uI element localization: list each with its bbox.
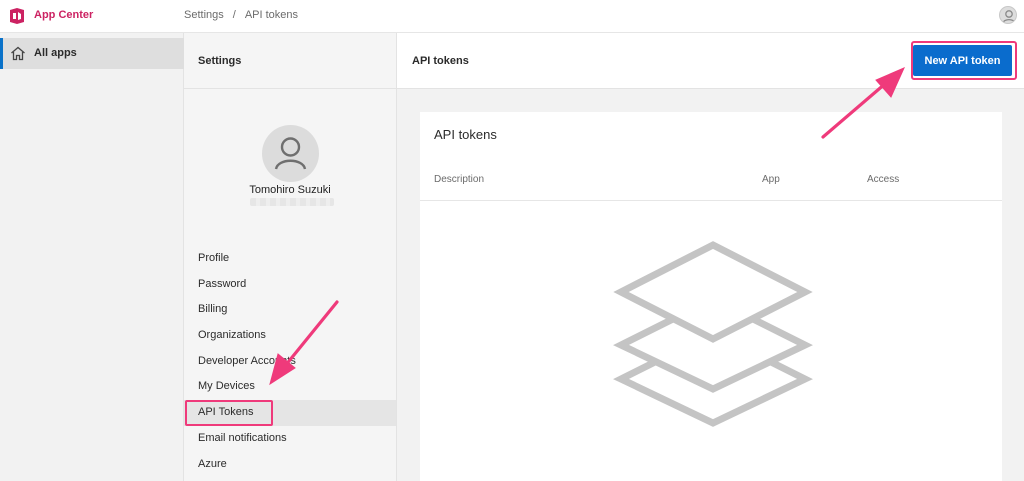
settings-menu: Profile Password Billing Organizations D… (184, 246, 396, 477)
settings-header: Settings (184, 33, 396, 89)
main-header: API tokens New API token (397, 33, 1024, 89)
settings-item-email-notifications[interactable]: Email notifications (184, 426, 396, 452)
settings-item-organizations[interactable]: Organizations (184, 323, 396, 349)
column-app: App (762, 174, 780, 185)
api-tokens-card: API tokens Description App Access (420, 112, 1002, 481)
top-bar: App Center Settings / API tokens (0, 0, 1024, 33)
new-api-token-button[interactable]: New API token (913, 45, 1012, 76)
user-silhouette-icon (274, 137, 307, 170)
breadcrumb-api-tokens: API tokens (244, 9, 299, 21)
layers-stack-icon (613, 241, 813, 427)
home-icon (11, 46, 25, 61)
nav-all-apps-label: All apps (34, 47, 77, 59)
breadcrumb-settings[interactable]: Settings (184, 9, 224, 21)
breadcrumb: Settings / API tokens (184, 9, 298, 21)
settings-title: Settings (198, 55, 242, 67)
settings-panel: Settings Tomohiro Suzuki Profile Passwor… (184, 33, 397, 481)
settings-item-billing[interactable]: Billing (184, 297, 396, 323)
page-title: API tokens (412, 55, 469, 67)
settings-item-my-devices[interactable]: My Devices (184, 374, 396, 400)
settings-item-developer-accounts[interactable]: Developer Accounts (184, 349, 396, 375)
column-access: Access (867, 174, 900, 185)
settings-item-api-tokens[interactable]: API Tokens (184, 400, 396, 426)
profile-avatar (262, 125, 319, 182)
breadcrumb-separator: / (232, 9, 236, 21)
table-header: Description App Access (420, 169, 1002, 201)
column-description: Description (434, 174, 485, 185)
card-title: API tokens (434, 127, 497, 142)
left-nav: All apps (0, 33, 184, 481)
user-avatar-icon[interactable] (999, 6, 1017, 24)
app-center-logo-icon[interactable] (8, 8, 26, 24)
settings-item-password[interactable]: Password (184, 272, 396, 298)
main-panel: API tokens New API token API tokens Desc… (397, 33, 1024, 481)
nav-all-apps[interactable]: All apps (0, 38, 184, 69)
settings-item-profile[interactable]: Profile (184, 246, 396, 272)
brand-name[interactable]: App Center (34, 9, 93, 21)
settings-item-azure[interactable]: Azure (184, 452, 396, 478)
profile-email-redacted (250, 198, 334, 206)
profile-name: Tomohiro Suzuki (249, 184, 331, 196)
